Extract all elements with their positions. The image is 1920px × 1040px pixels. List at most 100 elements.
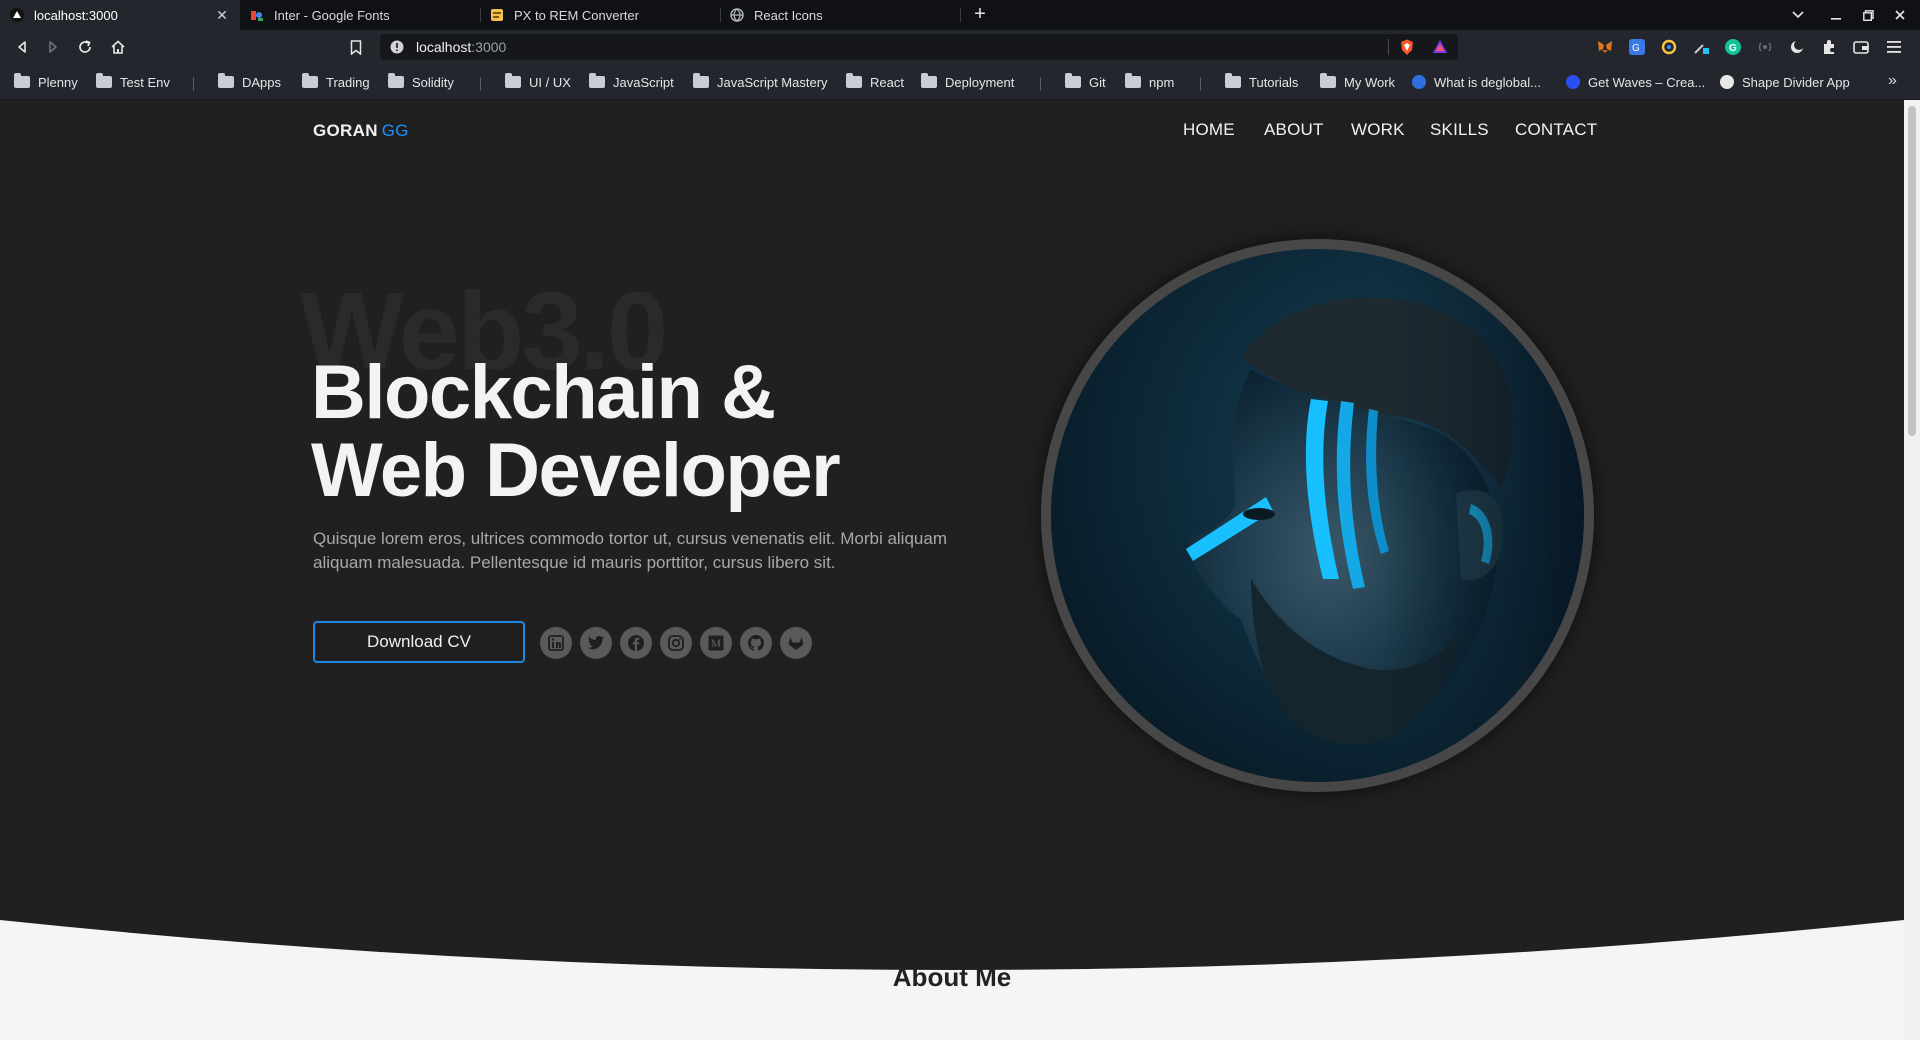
metamask-icon[interactable] [1597,39,1613,55]
nav-skills[interactable]: SKILLS [1430,120,1489,140]
new-tab-button[interactable]: + [968,3,992,27]
about-heading: About Me [892,962,1012,992]
instagram-icon[interactable] [660,627,692,659]
bookmark-label: Solidity [412,74,454,90]
hero-description: Quisque lorem eros, ultrices commodo tor… [313,529,947,572]
chevron-right-double-icon[interactable]: » [1888,72,1897,90]
address-bar[interactable]: localhost:3000 [380,34,1458,60]
bookmark-icon[interactable] [344,35,368,59]
url-host: localhost [416,39,472,55]
tab-google-fonts[interactable]: Inter - Google Fonts [240,0,480,30]
tab-px-to-rem[interactable]: PX to REM Converter [480,0,720,30]
portfolio-page: GORAN GG HOME ABOUT WORK SKILLS CONTACT W… [0,100,1904,1040]
folder-icon [1125,73,1141,88]
bookmark-npm[interactable]: npm [1125,73,1174,91]
github-icon[interactable] [740,627,772,659]
browser-tab-bar: localhost:3000 ✕ Inter - Google Fonts PX… [0,0,1920,30]
bookmark-javascript[interactable]: JavaScript [589,73,674,91]
wave-divider [0,920,1904,1040]
facebook-icon[interactable] [620,627,652,659]
close-window-icon[interactable] [1884,0,1916,30]
bookmark-my-work[interactable]: My Work [1320,73,1395,91]
nav-work[interactable]: WORK [1351,120,1405,140]
bookmark-divider [193,77,194,91]
twitter-icon[interactable] [580,627,612,659]
eyedropper-icon[interactable] [1693,39,1709,55]
color-picker-icon[interactable] [1661,39,1677,55]
bookmark-ui-ux[interactable]: UI / UX [505,73,571,91]
bookmark-label: My Work [1344,74,1396,90]
bookmark-test-env[interactable]: Test Env [96,73,170,91]
extensions-icon[interactable] [1821,39,1837,55]
url-divider [1388,39,1389,55]
reload-icon[interactable] [73,35,97,59]
minimize-icon[interactable] [1820,0,1852,30]
bookmark-tutorials[interactable]: Tutorials [1225,73,1298,91]
brave-rewards-icon[interactable] [1432,39,1448,58]
folder-icon [589,73,605,88]
wallet-signal-icon[interactable] [1757,39,1773,55]
tab-react-icons[interactable]: React Icons [720,0,960,30]
folder-icon [96,73,112,88]
chevron-down-icon[interactable] [1782,0,1814,30]
translate-icon[interactable]: G [1629,39,1645,55]
bookmark-solidity[interactable]: Solidity [388,73,454,91]
nav-home[interactable]: HOME [1183,120,1235,140]
gitlab-icon[interactable] [780,627,812,659]
page-scrollbar[interactable] [1904,100,1920,1040]
grammarly-icon[interactable]: G [1725,39,1741,55]
home-icon[interactable] [106,35,130,59]
bookmark-dapps[interactable]: DApps [218,73,281,91]
bookmark-divider [1040,77,1041,91]
dark-reader-icon[interactable] [1789,39,1805,55]
folder-icon [388,73,404,88]
bookmark-label: UI / UX [529,74,571,90]
bookmark-plenny[interactable]: Plenny [14,73,78,91]
close-icon[interactable]: ✕ [214,7,230,24]
wallet-icon[interactable] [1853,39,1869,55]
folder-icon [1320,73,1336,88]
shape-divider-icon [1720,75,1734,89]
tab-title: Inter - Google Fonts [274,7,390,23]
info-icon[interactable] [390,40,404,54]
bookmark-shape-divider[interactable]: Shape Divider App [1720,73,1850,91]
waves-icon [1566,75,1580,89]
bookmark-label: Shape Divider App [1742,74,1850,90]
site-logo[interactable]: GORAN GG [313,121,409,141]
medium-icon[interactable] [700,627,732,659]
folder-icon [921,73,937,88]
bookmark-react[interactable]: React [846,73,904,91]
folder-icon [693,73,709,88]
logo-accent: GG [381,121,409,140]
scrollbar-thumb[interactable] [1908,106,1916,436]
linkedin-icon[interactable] [540,627,572,659]
folder-icon [1225,73,1241,88]
bookmark-divider [480,77,481,91]
bookmark-git[interactable]: Git [1065,73,1106,91]
google-fonts-icon [250,8,264,22]
nav-contact[interactable]: CONTACT [1515,120,1597,140]
bookmark-deglobal[interactable]: What is deglobal... [1412,73,1541,91]
menu-icon[interactable] [1886,39,1902,55]
bookmark-label: npm [1149,74,1175,90]
brave-shield-icon[interactable] [1399,39,1415,59]
svg-text:G: G [1729,43,1737,52]
bookmark-javascript-mastery[interactable]: JavaScript Mastery [693,73,828,91]
globe-icon [1412,75,1426,89]
bookmark-divider [1200,77,1201,91]
bookmark-label: Deployment [945,74,1015,90]
download-cv-button[interactable]: Download CV [313,621,525,663]
restore-icon[interactable] [1852,0,1884,30]
hero-title: Blockchain & Web Developer [311,354,841,510]
forward-icon[interactable] [41,35,65,59]
tab-divider [960,8,961,22]
tab-title: PX to REM Converter [514,7,639,23]
tab-localhost[interactable]: localhost:3000 ✕ [0,0,240,30]
svg-text:G: G [1632,43,1640,53]
folder-icon [14,73,30,88]
bookmark-trading[interactable]: Trading [302,73,370,91]
bookmark-deployment[interactable]: Deployment [921,73,1014,91]
nav-about[interactable]: ABOUT [1264,120,1324,140]
back-icon[interactable] [10,35,34,59]
bookmark-get-waves[interactable]: Get Waves – Crea... [1566,73,1705,91]
